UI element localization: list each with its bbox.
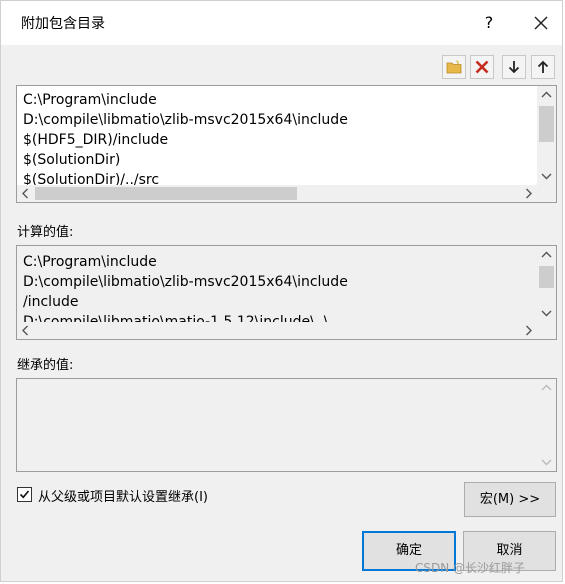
computed-vertical-scrollbar[interactable] bbox=[537, 246, 556, 322]
macros-button[interactable]: 宏(M) >> bbox=[464, 482, 556, 517]
inherit-checkbox[interactable] bbox=[17, 487, 32, 502]
vertical-scrollbar[interactable] bbox=[537, 86, 556, 185]
scroll-down-icon[interactable] bbox=[537, 168, 556, 185]
inherited-values-box bbox=[16, 378, 557, 472]
new-folder-icon bbox=[446, 59, 462, 74]
vertical-scroll-thumb[interactable] bbox=[539, 106, 554, 142]
scroll-corner bbox=[537, 185, 556, 202]
watermark: CSDN @长沙红胖子 bbox=[415, 561, 526, 575]
computed-values-label: 计算的值: bbox=[17, 225, 74, 240]
delete-x-icon bbox=[475, 60, 489, 74]
computed-values-box: C:\Program\include D:\compile\libmatio\z… bbox=[16, 245, 557, 340]
close-button[interactable] bbox=[527, 9, 555, 37]
horizontal-scrollbar[interactable] bbox=[17, 185, 537, 202]
scroll-down-icon bbox=[537, 454, 556, 471]
additional-include-directories-dialog: 附加包含目录 ? C:\Program\include D:\compile\l… bbox=[0, 0, 563, 582]
move-down-button[interactable] bbox=[502, 55, 526, 79]
delete-line-button[interactable] bbox=[470, 55, 494, 79]
scroll-up-icon bbox=[537, 379, 556, 396]
scroll-left-icon[interactable] bbox=[17, 185, 34, 202]
scroll-right-icon[interactable] bbox=[520, 322, 537, 339]
edit-line[interactable]: $(HDF5_DIR)/include bbox=[23, 130, 348, 150]
edit-line[interactable]: D:\compile\libmatio\zlib-msvc2015x64\inc… bbox=[23, 110, 348, 130]
arrow-down-icon bbox=[508, 61, 520, 74]
include-dirs-edit-box[interactable]: C:\Program\include D:\compile\libmatio\z… bbox=[16, 85, 557, 203]
edit-line[interactable]: $(SolutionDir) bbox=[23, 150, 348, 170]
scroll-up-icon[interactable] bbox=[537, 246, 556, 263]
scroll-right-icon[interactable] bbox=[520, 185, 537, 202]
scroll-corner bbox=[537, 322, 556, 339]
computed-lines: C:\Program\include D:\compile\libmatio\z… bbox=[23, 252, 348, 332]
computed-horizontal-scrollbar[interactable] bbox=[17, 322, 537, 339]
computed-line: D:\compile\libmatio\zlib-msvc2015x64\inc… bbox=[23, 274, 348, 290]
dialog-title: 附加包含目录 bbox=[21, 16, 105, 32]
inherited-values-label: 继承的值: bbox=[17, 358, 74, 373]
horizontal-scroll-thumb[interactable] bbox=[35, 187, 297, 200]
scroll-left-icon[interactable] bbox=[17, 322, 34, 339]
inherit-checkbox-label[interactable]: 从父级或项目默认设置继承(I) bbox=[38, 486, 208, 505]
edit-line[interactable]: C:\Program\include bbox=[23, 90, 348, 110]
checkmark-icon bbox=[19, 490, 30, 499]
help-button[interactable]: ? bbox=[475, 9, 503, 37]
new-line-button[interactable] bbox=[442, 55, 466, 79]
computed-line: /include bbox=[23, 294, 79, 310]
title-bar: 附加包含目录 ? bbox=[1, 1, 562, 45]
close-icon bbox=[534, 16, 548, 30]
computed-vertical-thumb[interactable] bbox=[539, 266, 554, 288]
edit-lines: C:\Program\include D:\compile\libmatio\z… bbox=[23, 90, 348, 190]
computed-line: C:\Program\include bbox=[23, 254, 157, 270]
inherited-vertical-scrollbar bbox=[537, 379, 556, 471]
arrow-up-icon bbox=[537, 60, 549, 73]
move-up-button[interactable] bbox=[531, 55, 555, 79]
scroll-down-icon[interactable] bbox=[537, 305, 556, 322]
scroll-up-icon[interactable] bbox=[537, 86, 556, 103]
